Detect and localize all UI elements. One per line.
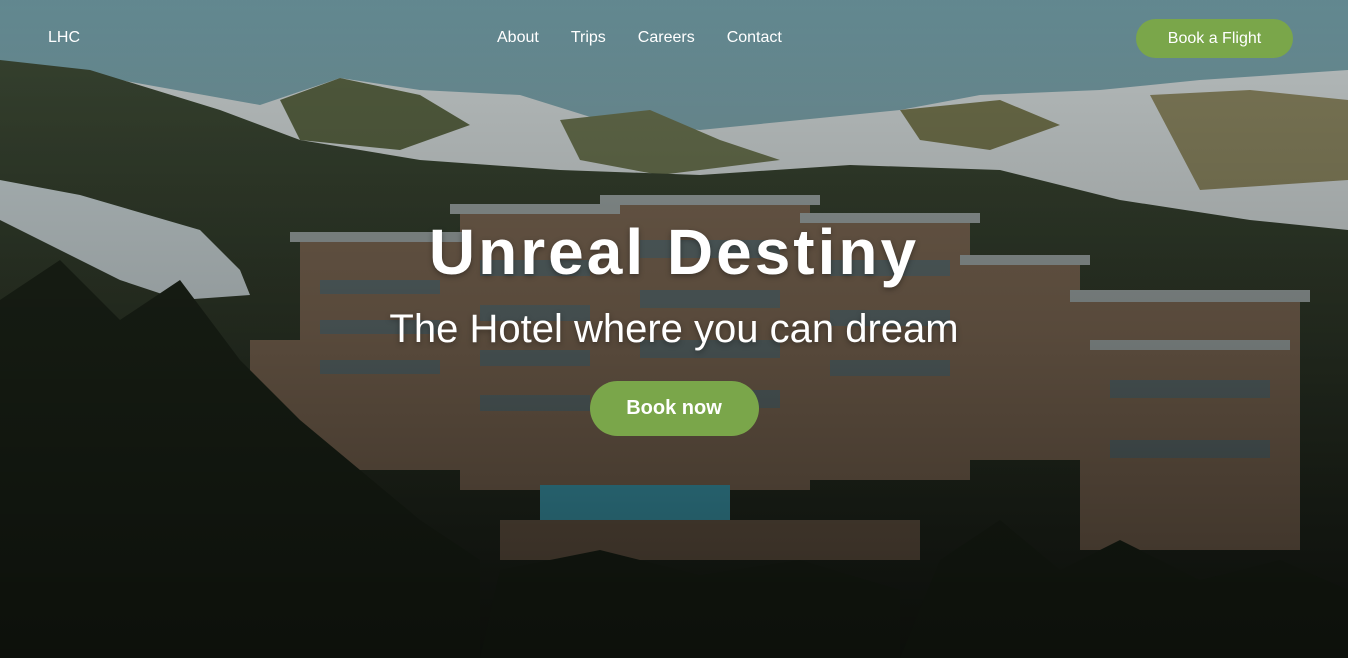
logo[interactable]: LHC bbox=[48, 29, 80, 47]
nav-links: About Trips Careers Contact bbox=[497, 29, 782, 47]
nav-link-trips[interactable]: Trips bbox=[571, 29, 606, 47]
hero-content: Unreal Destiny The Hotel where you can d… bbox=[0, 210, 1348, 436]
book-flight-button[interactable]: Book a Flight bbox=[1136, 19, 1293, 58]
book-now-button[interactable]: Book now bbox=[589, 381, 759, 436]
nav-link-contact[interactable]: Contact bbox=[727, 29, 782, 47]
navbar: LHC About Trips Careers Contact Book a F… bbox=[0, 0, 1348, 78]
hero-subtitle: The Hotel where you can dream bbox=[389, 307, 959, 351]
hero-section: LHC About Trips Careers Contact Book a F… bbox=[0, 0, 1348, 658]
nav-link-about[interactable]: About bbox=[497, 29, 539, 47]
nav-link-careers[interactable]: Careers bbox=[638, 29, 695, 47]
hero-title: Unreal Destiny bbox=[428, 216, 920, 288]
